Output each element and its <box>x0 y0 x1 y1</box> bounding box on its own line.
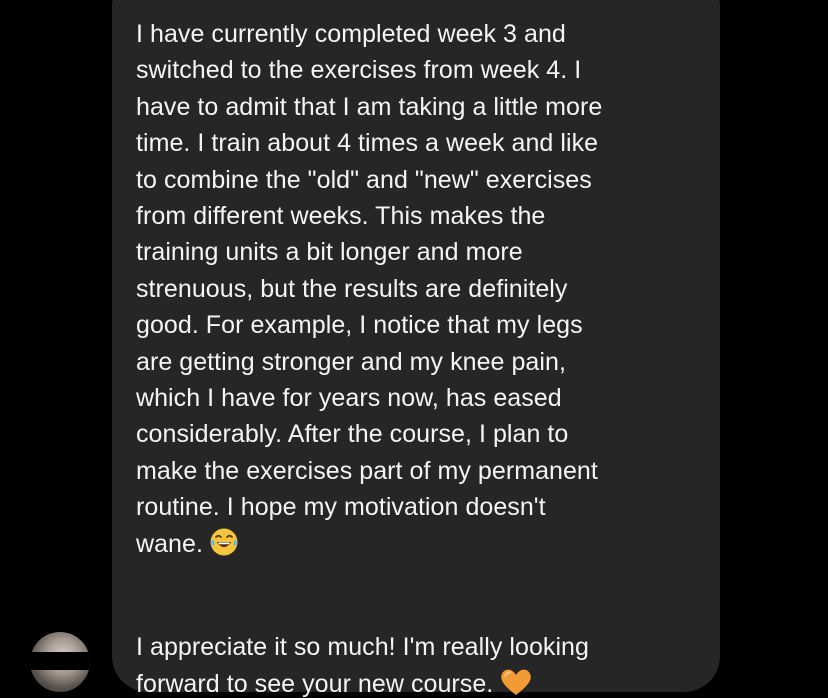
message-line: good. For example, I notice that my legs <box>136 311 583 340</box>
message-line: to combine the "old" and "new" exercises <box>136 165 592 194</box>
message-last-line: wane. <box>136 526 696 567</box>
message-bubble[interactable]: I have currently completed week 3 and sw… <box>112 0 720 698</box>
message-line: have to admit that I am taking a little … <box>136 92 603 121</box>
message-line: are getting stronger and my knee pain, <box>136 347 566 376</box>
message-line: strenuous, but the results are definitel… <box>136 274 568 303</box>
chat-screen: I have currently completed week 3 and sw… <box>0 0 828 698</box>
message-line-text: forward to see your new course. <box>136 669 494 698</box>
censor-bar <box>30 652 90 670</box>
message-line-text: wane. <box>136 529 203 558</box>
message-line: I appreciate it so much! I'm really look… <box>136 633 589 662</box>
message-paragraph-2: I appreciate it so much! I'm really look… <box>136 629 696 698</box>
message-line: routine. I hope my motivation doesn't <box>136 493 546 522</box>
message-line: considerably. After the course, I plan t… <box>136 420 569 449</box>
message-paragraph-1: I have currently completed week 3 and sw… <box>136 16 696 567</box>
message-last-line: forward to see your new course. <box>136 666 696 698</box>
orange-heart-emoji-icon <box>499 667 533 698</box>
message-line: from different weeks. This makes the <box>136 202 546 231</box>
message-line: which I have for years now, has eased <box>136 384 562 413</box>
message-line: time. I train about 4 times a week and l… <box>136 129 599 158</box>
sender-avatar[interactable] <box>30 632 90 692</box>
laughing-tears-emoji-icon <box>209 527 239 567</box>
message-line: switched to the exercises from week 4. I <box>136 56 582 85</box>
message-line: make the exercises part of my permanent <box>136 456 598 485</box>
message-line: training units a bit longer and more <box>136 238 523 267</box>
message-line: I have currently completed week 3 and <box>136 20 566 48</box>
